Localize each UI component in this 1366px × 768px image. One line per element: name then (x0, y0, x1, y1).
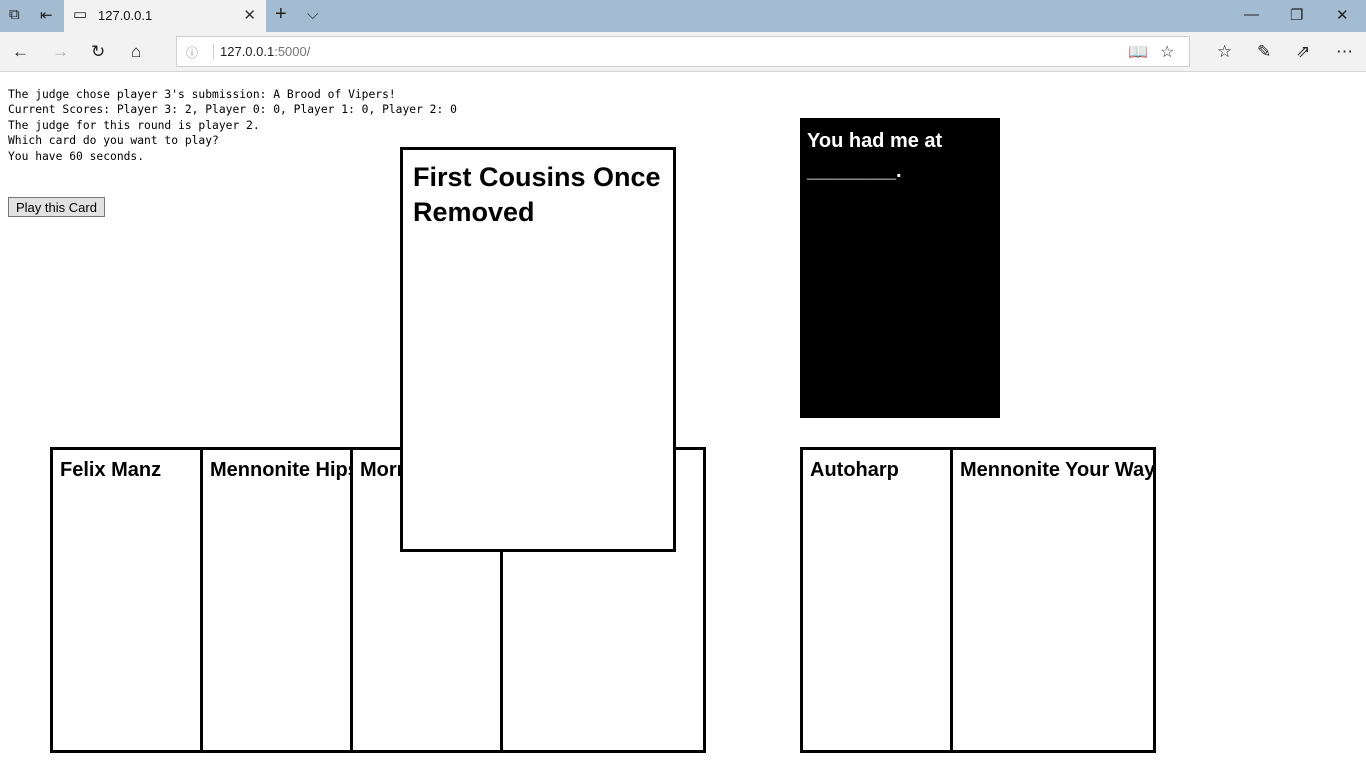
favorites-icon[interactable]: ☆ (1217, 42, 1232, 62)
scores: Current Scores: Player 3: 2, Player 0: 0… (8, 103, 457, 117)
set-aside-tabs-icon[interactable]: ⇤ (40, 6, 53, 24)
selected-card[interactable]: First Cousins Once Removed (400, 147, 676, 552)
timer: You have 60 seconds. (8, 149, 145, 163)
forward-icon[interactable]: → (52, 42, 69, 62)
close-tab-icon[interactable]: ✕ (243, 6, 256, 24)
nav-bar: ← → ↻ ⌂ ⓘ 127.0.0.1:5000/ 📖 ☆ ☆ ✎ ⇗ ⋯ (0, 32, 1366, 72)
refresh-icon[interactable]: ↻ (91, 42, 105, 62)
judge-info: The judge for this round is player 2. (8, 118, 260, 132)
minimize-icon[interactable]: — (1244, 6, 1259, 23)
close-window-icon[interactable]: ✕ (1336, 6, 1349, 24)
reading-view-icon[interactable]: 📖 (1128, 42, 1148, 62)
back-icon[interactable]: ← (12, 42, 29, 62)
prompt: Which card do you want to play? (8, 134, 219, 148)
black-card: You had me at ________. (800, 118, 1000, 418)
tab-title: 127.0.0.1 (98, 8, 153, 23)
page-icon: ▭ (73, 6, 88, 23)
pen-icon[interactable]: ✎ (1257, 42, 1271, 62)
submitted-card[interactable]: Autoharp (800, 447, 953, 753)
chevron-down-icon[interactable]: ⌵ (307, 6, 318, 23)
hand-card[interactable]: Mennonite Hips (200, 447, 353, 753)
hand-card[interactable]: Felix Manz (50, 447, 203, 753)
home-icon[interactable]: ⌂ (131, 42, 141, 62)
url-text: 127.0.0.1:5000/ (213, 44, 310, 59)
restore-icon[interactable]: ❐ (1290, 6, 1303, 24)
address-bar[interactable]: ⓘ 127.0.0.1:5000/ 📖 ☆ (176, 36, 1190, 67)
more-icon[interactable]: ⋯ (1336, 42, 1353, 62)
new-tab-icon[interactable]: + (275, 3, 287, 26)
game-status: The judge chose player 3's submission: A… (8, 87, 457, 164)
submitted-card[interactable]: Mennonite Your Way (950, 447, 1156, 753)
info-icon[interactable]: ⓘ (186, 44, 198, 61)
favorite-star-icon[interactable]: ☆ (1160, 42, 1174, 62)
tab-active[interactable]: ▭ 127.0.0.1 ✕ (64, 0, 266, 32)
tab-bar: ⧉ ⇤ ▭ 127.0.0.1 ✕ + ⌵ — ❐ ✕ (0, 0, 1366, 32)
tab-manager-icon[interactable]: ⧉ (9, 6, 20, 23)
last-round-result: The judge chose player 3's submission: A… (8, 88, 396, 101)
share-icon[interactable]: ⇗ (1296, 42, 1310, 62)
play-card-button[interactable]: Play this Card (8, 197, 105, 217)
